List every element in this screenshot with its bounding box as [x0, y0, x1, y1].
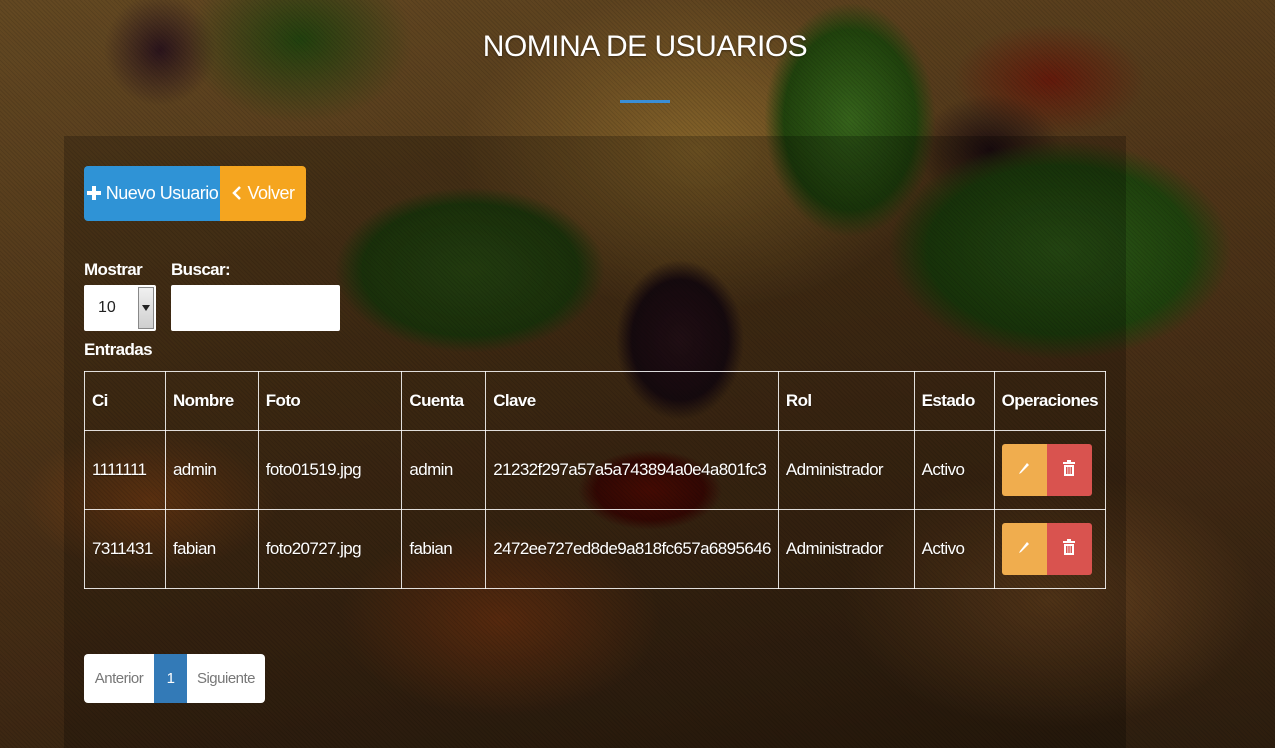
trash-icon — [1063, 538, 1076, 560]
entries-label: Entradas — [84, 340, 153, 359]
pagination-page-1[interactable]: 1 — [154, 654, 187, 703]
search-label: Buscar: — [171, 260, 231, 279]
show-label: Mostrar — [84, 260, 143, 279]
pencil-icon — [1017, 539, 1031, 559]
search-input[interactable] — [171, 285, 340, 331]
cell-operaciones — [993, 430, 1107, 510]
trash-icon — [1063, 459, 1076, 481]
column-header-ci[interactable]: Ci — [84, 371, 166, 431]
cell-rol: Administrador — [777, 430, 915, 510]
cell-operaciones — [993, 509, 1107, 589]
back-label: Volver — [247, 183, 295, 203]
delete-button[interactable] — [1046, 523, 1092, 575]
cell-nombre: fabian — [164, 509, 259, 589]
table-row: 1111111 admin foto01519.jpg admin 21232f… — [84, 430, 1107, 510]
new-user-button[interactable]: Nuevo Usuario — [84, 166, 220, 221]
column-header-estado[interactable]: Estado — [913, 371, 995, 431]
cell-estado: Activo — [913, 430, 995, 510]
row-actions — [1001, 444, 1098, 496]
users-table: Ci Nombre Foto Cuenta Clave Rol Estado O… — [84, 371, 1107, 589]
chevron-down-icon[interactable] — [138, 287, 154, 329]
chevron-left-icon — [231, 183, 243, 205]
back-button[interactable]: Volver — [220, 166, 306, 221]
table-row: 7311431 fabian foto20727.jpg fabian 2472… — [84, 509, 1107, 589]
cell-foto: foto01519.jpg — [257, 430, 403, 510]
cell-cuenta: admin — [401, 430, 487, 510]
cell-foto: foto20727.jpg — [257, 509, 403, 589]
column-header-nombre[interactable]: Nombre — [164, 371, 259, 431]
row-actions — [1001, 523, 1098, 575]
plus-icon — [86, 183, 102, 205]
cell-ci: 1111111 — [84, 430, 166, 510]
edit-button[interactable] — [1001, 523, 1047, 575]
title-underline — [620, 100, 670, 103]
pencil-icon — [1017, 460, 1031, 480]
cell-cuenta: fabian — [401, 509, 487, 589]
delete-button[interactable] — [1046, 444, 1092, 496]
page-size-value: 10 — [98, 299, 116, 316]
column-header-operaciones: Operaciones — [993, 371, 1107, 431]
pagination-next[interactable]: Siguiente — [187, 654, 265, 703]
pagination-previous[interactable]: Anterior — [84, 654, 154, 703]
cell-clave: 21232f297a57a5a743894a0e4a801fc3 — [485, 430, 779, 510]
cell-ci: 7311431 — [84, 509, 166, 589]
page-size-select[interactable]: 10 — [84, 285, 156, 331]
column-header-cuenta[interactable]: Cuenta — [401, 371, 487, 431]
pagination: Anterior 1 Siguiente — [84, 654, 265, 703]
cell-rol: Administrador — [777, 509, 915, 589]
column-header-clave[interactable]: Clave — [485, 371, 779, 431]
column-header-foto[interactable]: Foto — [257, 371, 403, 431]
cell-estado: Activo — [913, 509, 995, 589]
page-title: NOMINA DE USUARIOS — [482, 30, 808, 63]
cell-nombre: admin — [164, 430, 259, 510]
table-header-row: Ci Nombre Foto Cuenta Clave Rol Estado O… — [84, 371, 1107, 431]
new-user-label: Nuevo Usuario — [105, 183, 219, 203]
column-header-rol[interactable]: Rol — [777, 371, 915, 431]
edit-button[interactable] — [1001, 444, 1047, 496]
cell-clave: 2472ee727ed8de9a818fc657a6895646 — [485, 509, 779, 589]
toolbar: Nuevo Usuario Volver — [84, 166, 306, 221]
